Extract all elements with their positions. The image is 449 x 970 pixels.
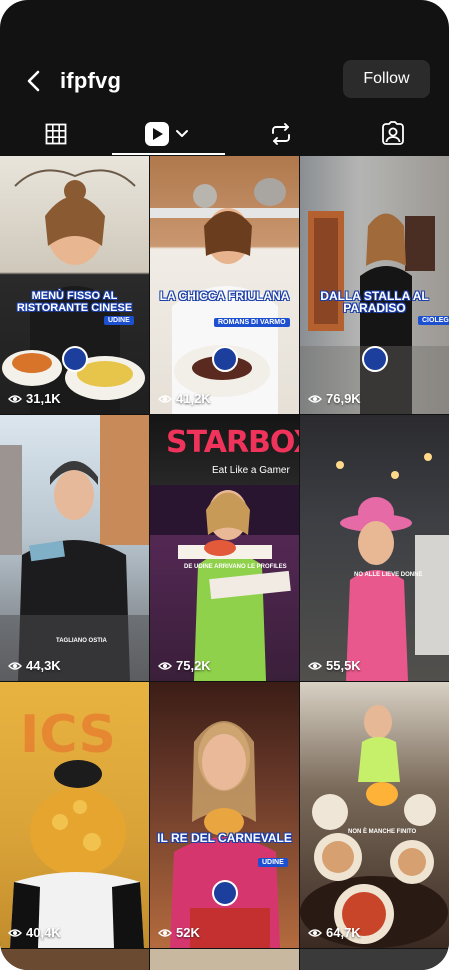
tab-reposts[interactable]: [225, 113, 337, 155]
video-tile[interactable]: STARBOX Eat Like a Gamer DE UDINE ARRIVA…: [150, 415, 299, 681]
eye-icon: [158, 661, 172, 670]
channel-badge: [212, 880, 238, 906]
thumbnail-scene: [170, 721, 280, 948]
svg-text:ICS: ICS: [20, 705, 116, 765]
video-tile[interactable]: TAGLIANO OSTIA 44,3K: [0, 415, 149, 681]
eye-icon: [308, 928, 322, 937]
location-tag: UDINE: [104, 316, 134, 325]
video-tile[interactable]: MENÙ FISSO AL RISTORANTE CINESE UDINE 31…: [0, 156, 149, 414]
chevron-left-icon: [27, 70, 40, 92]
starbox-tagline: Eat Like a Gamer: [212, 465, 290, 476]
tab-reels[interactable]: [112, 113, 225, 155]
video-caption: MENÙ FISSO AL RISTORANTE CINESE: [16, 290, 133, 314]
starbox-sign: STARBOX: [166, 425, 299, 460]
video-tile[interactable]: [0, 949, 149, 970]
channel-badge: [212, 346, 238, 372]
video-tile[interactable]: NON È MANCHE FINITO 64,7K: [300, 682, 449, 948]
location-tag: UDINE: [258, 858, 288, 867]
tab-grid[interactable]: [0, 113, 112, 155]
repost-icon: [271, 123, 290, 145]
location-tag: DE UDINE ARRIVANO LE PROFILES: [184, 564, 287, 570]
video-caption: IL RE DEL CARNEVALE: [157, 831, 292, 845]
location-tag: ROMANS DI VARMO: [214, 318, 290, 327]
follow-button[interactable]: Follow: [343, 60, 430, 98]
profile-username: ifpfvg: [60, 68, 122, 93]
eye-icon: [158, 928, 172, 937]
chevron-down-icon: [176, 130, 189, 137]
video-tile[interactable]: [150, 949, 299, 970]
eye-icon: [8, 661, 22, 670]
location-tag: CIOLEGAN: [418, 316, 449, 325]
view-count: 31,1K: [8, 391, 61, 406]
eye-icon: [8, 394, 22, 403]
profile-tabs: [0, 113, 449, 155]
view-count: 44,3K: [8, 658, 61, 673]
view-count: 41,2K: [158, 391, 211, 406]
thumbnail-scene: [150, 178, 299, 414]
profile-header: ifpfvg Follow: [0, 58, 449, 104]
view-count: 75,2K: [158, 658, 211, 673]
back-button[interactable]: [18, 66, 48, 96]
thumbnail-scene: [300, 211, 449, 414]
thumbnail-scene: [336, 453, 449, 681]
location-tag: TAGLIANO OSTIA: [56, 638, 107, 644]
eye-icon: [308, 394, 322, 403]
thumbnail-scene: ICS: [10, 705, 144, 948]
tab-tagged[interactable]: [337, 113, 449, 155]
channel-badge: [362, 346, 388, 372]
video-tile[interactable]: LA CHICCA FRIULANA ROMANS DI VARMO 41,2K: [150, 156, 299, 414]
view-count: 52K: [158, 925, 200, 940]
grid-icon: [45, 123, 67, 145]
video-tile[interactable]: DALLA STALLA AL PARADISO CIOLEGAN 76,9K: [300, 156, 449, 414]
eye-icon: [308, 661, 322, 670]
view-count: 64,7K: [308, 925, 361, 940]
location-tag: NON È MANCHE FINITO: [348, 829, 417, 835]
video-tile[interactable]: IL RE DEL CARNEVALE UDINE 52K: [150, 682, 299, 948]
eye-icon: [158, 394, 172, 403]
eye-icon: [8, 928, 22, 937]
video-tile[interactable]: [300, 949, 449, 970]
thumbnail-scene: [2, 169, 145, 414]
play-icon: [145, 122, 189, 146]
view-count: 76,9K: [308, 391, 361, 406]
video-grid: MENÙ FISSO AL RISTORANTE CINESE UDINE 31…: [0, 156, 449, 970]
video-caption: DALLA STALLA AL PARADISO: [320, 289, 429, 315]
app-screen: ifpfvg Follow MENÙ FISSO AL RISTORANTE C…: [0, 0, 449, 970]
video-caption: LA CHICCA FRIULANA: [159, 289, 290, 303]
view-count: 55,5K: [308, 658, 361, 673]
video-tile[interactable]: NO ALLE LIEVE DONNE 55,5K: [300, 415, 449, 681]
video-tile[interactable]: ICS 40,4K: [0, 682, 149, 948]
channel-badge: [62, 346, 88, 372]
thumbnail-scene: [300, 705, 448, 948]
view-count: 40,4K: [8, 925, 61, 940]
tagged-icon: [381, 121, 404, 145]
location-tag: NO ALLE LIEVE DONNE: [354, 572, 423, 578]
